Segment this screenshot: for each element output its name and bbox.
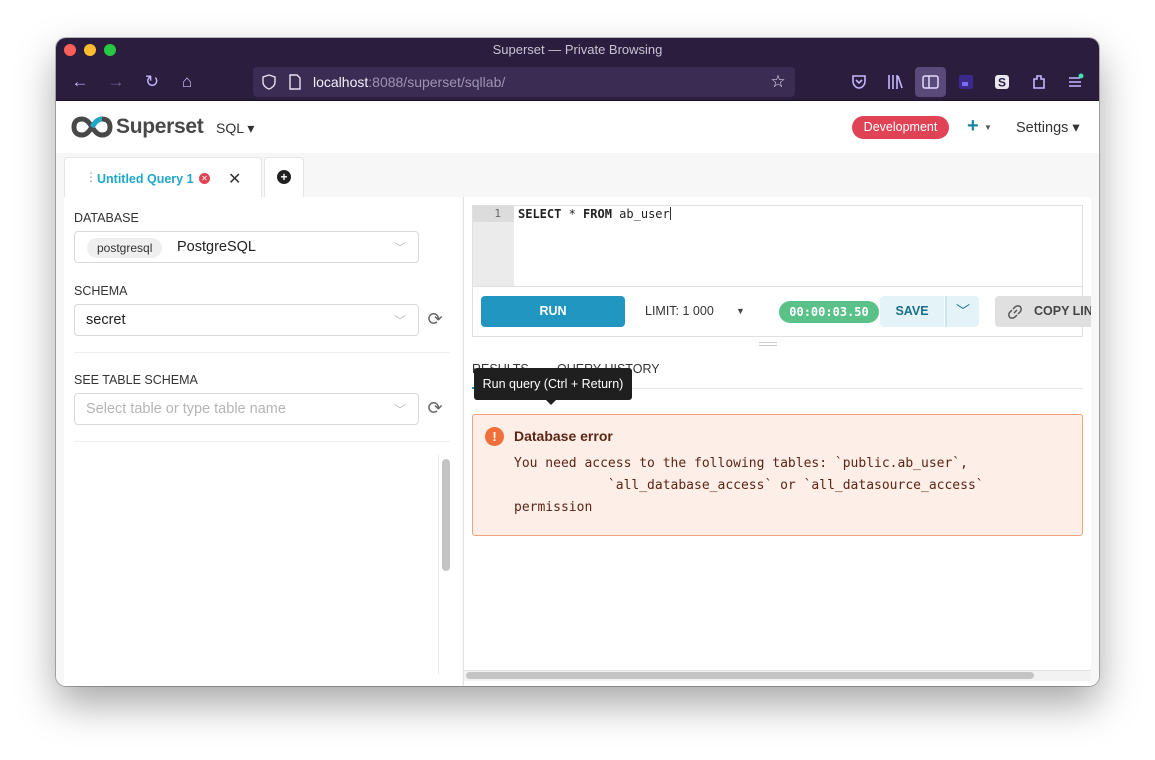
error-message-line: You need access to the following tables:…	[514, 456, 968, 471]
query-timer: 00:00:03.50	[779, 301, 879, 323]
container-icon[interactable]	[957, 73, 975, 91]
query-tab-bar: ⋮ Untitled Query 1 ✕ ✕ +	[56, 153, 1099, 197]
new-menu-caret-icon[interactable]: ▼	[984, 123, 992, 132]
run-query-tooltip: Run query (Ctrl + Return)	[474, 368, 632, 405]
page-icon	[289, 74, 301, 90]
limit-caret-icon[interactable]: ▼	[736, 306, 745, 316]
sidebar-icon	[922, 75, 939, 89]
sql-editor[interactable]: 1 SELECT * FROM ab_user	[472, 205, 1083, 287]
minimize-window-button[interactable]	[84, 44, 96, 56]
table-schema-label: SEE TABLE SCHEMA	[74, 373, 198, 387]
table-select[interactable]: Select table or type table name ﹀	[74, 393, 419, 425]
title-bar: Superset — Private Browsing	[56, 38, 1099, 62]
extension-s-icon[interactable]: S	[993, 73, 1011, 91]
link-icon	[1008, 305, 1022, 319]
chevron-down-icon: ﹀	[394, 403, 407, 417]
refresh-schema-icon[interactable]: ⟳	[425, 309, 445, 329]
limit-dropdown[interactable]: LIMIT: 1 000	[645, 304, 714, 318]
reload-icon[interactable]: ↻	[141, 71, 163, 93]
sidebar-toggle-button[interactable]	[915, 67, 946, 97]
section-divider	[74, 441, 450, 442]
text-cursor	[669, 207, 671, 220]
superset-navbar: Superset SQL ▾ Development + ▼ Settings …	[56, 101, 1099, 153]
environment-badge: Development	[852, 116, 949, 139]
close-tab-icon[interactable]: ✕	[228, 169, 241, 189]
table-placeholder: Select table or type table name	[86, 401, 286, 417]
shield-icon	[262, 74, 276, 90]
error-exclamation-icon: !	[485, 427, 504, 446]
database-label: DATABASE	[74, 211, 139, 225]
sql-keyword: FROM	[583, 207, 612, 221]
extensions-puzzle-icon[interactable]	[1030, 73, 1048, 91]
table-list-scrollbar[interactable]	[442, 459, 450, 571]
sql-operator: *	[561, 207, 584, 221]
home-icon[interactable]: ⌂	[176, 71, 198, 93]
table-list-scroll-track	[438, 455, 439, 674]
settings-menu[interactable]: Settings ▾	[1016, 120, 1080, 136]
horizontal-scrollbar[interactable]	[466, 672, 1034, 679]
brand-name[interactable]: Superset	[116, 115, 204, 139]
error-message-line: permission	[514, 500, 593, 515]
query-error-status-icon: ✕	[199, 173, 210, 184]
tab-label: Untitled Query 1	[97, 172, 194, 186]
library-icon[interactable]	[886, 73, 904, 91]
sql-identifier: ab_user	[611, 207, 670, 221]
app-menu-icon[interactable]	[1066, 73, 1084, 91]
save-button[interactable]: SAVE	[880, 296, 944, 327]
sqllab-content: ⋮ Untitled Query 1 ✕ ✕ + DATABASE postgr…	[56, 153, 1099, 686]
line-number: 1	[473, 206, 514, 222]
forward-icon[interactable]: →	[105, 71, 127, 93]
database-value: PostgreSQL	[177, 239, 256, 255]
chevron-down-icon: ﹀	[394, 241, 407, 255]
new-menu-plus-icon[interactable]: +	[967, 115, 979, 138]
sql-menu[interactable]: SQL ▾	[216, 120, 254, 137]
add-tab-button[interactable]: +	[264, 157, 304, 197]
resize-handle[interactable]	[759, 342, 777, 346]
copy-link-label: COPY LIN	[1034, 304, 1091, 318]
left-sidebar: DATABASE postgresql PostgreSQL ﹀ SCHEMA …	[64, 197, 462, 686]
copy-link-button[interactable]: COPY LIN	[995, 296, 1091, 327]
svg-text:S: S	[998, 76, 1006, 90]
error-title: Database error	[514, 428, 613, 444]
back-icon[interactable]: ←	[69, 71, 91, 93]
database-type-tag: postgresql	[87, 238, 163, 258]
url-bar[interactable]: localhost:8088/superset/sqllab/ ☆	[253, 67, 795, 97]
maximize-window-button[interactable]	[104, 44, 116, 56]
schema-label: SCHEMA	[74, 284, 128, 298]
refresh-tables-icon[interactable]: ⟳	[425, 398, 445, 418]
pocket-icon[interactable]	[850, 73, 868, 91]
error-message-line: `all_database_access` or `all_datasource…	[514, 478, 984, 493]
schema-value: secret	[86, 312, 126, 328]
browser-toolbar: ← → ↻ ⌂ localhost:8088/superset/sqllab/ …	[56, 62, 1099, 101]
sql-keyword: SELECT	[518, 207, 562, 221]
schema-select[interactable]: secret ﹀	[74, 304, 419, 336]
database-error-alert: ! Database error You need access to the …	[472, 414, 1083, 536]
chevron-down-icon: ﹀	[394, 314, 407, 328]
sql-code[interactable]: SELECT * FROM ab_user	[518, 206, 671, 222]
window-title: Superset — Private Browsing	[492, 42, 663, 57]
bookmark-star-icon[interactable]: ☆	[767, 71, 789, 93]
tab-untitled-query-1[interactable]: ⋮ Untitled Query 1 ✕ ✕	[64, 157, 262, 197]
query-pane: 1 SELECT * FROM ab_user RUN LIMIT: 1 000…	[464, 197, 1091, 686]
database-select[interactable]: postgresql PostgreSQL ﹀	[74, 231, 419, 263]
url-path: :8088/superset/sqllab/	[368, 74, 506, 90]
save-options-chevron-icon[interactable]: ﹀	[945, 296, 979, 327]
url-host: localhost	[313, 74, 369, 90]
error-message: You need access to the following tables:…	[514, 453, 1074, 519]
browser-window: Superset — Private Browsing ← → ↻ ⌂ loca…	[56, 38, 1099, 686]
plus-circle-icon: +	[277, 170, 291, 184]
run-button[interactable]: RUN	[481, 296, 625, 327]
close-window-button[interactable]	[64, 44, 76, 56]
superset-logo-icon[interactable]	[71, 116, 113, 138]
url-text[interactable]: localhost:8088/superset/sqllab/	[313, 74, 505, 90]
tab-drag-handle-icon[interactable]: ⋮	[85, 170, 97, 184]
section-divider	[74, 352, 450, 353]
